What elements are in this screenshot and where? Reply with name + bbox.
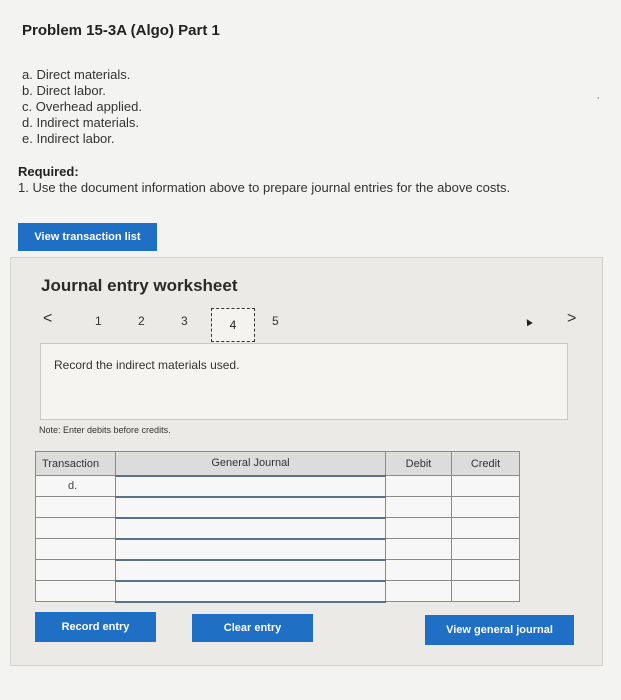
list-item: e. Indirect labor.: [22, 131, 115, 146]
table-row: [35, 558, 520, 582]
header-credit: Credit: [451, 451, 520, 476]
journal-table: Transaction General Journal Debit Credit…: [35, 451, 520, 603]
debit-input[interactable]: [385, 538, 452, 560]
transaction-cell: [35, 496, 116, 518]
table-row: [35, 537, 520, 561]
table-row: d.: [35, 474, 520, 498]
cost-items-list: a. Direct materials. b. Direct labor. c.…: [22, 67, 142, 147]
transaction-cell: [35, 580, 116, 602]
view-general-journal-button[interactable]: View general journal: [425, 615, 574, 645]
credit-input[interactable]: [451, 496, 520, 518]
worksheet-title: Journal entry worksheet: [41, 276, 238, 295]
list-item: b. Direct labor.: [22, 83, 106, 98]
debit-input[interactable]: [385, 475, 452, 497]
page-5[interactable]: 5: [272, 314, 279, 328]
instruction-box: Record the indirect materials used.: [40, 343, 568, 420]
transaction-cell: d.: [35, 475, 116, 497]
account-input[interactable]: [115, 474, 386, 498]
page-1[interactable]: 1: [95, 314, 102, 328]
account-input[interactable]: [115, 495, 386, 519]
mouse-cursor-icon: ▲: [520, 314, 537, 330]
page-2[interactable]: 2: [138, 314, 145, 328]
instruction-text: Record the indirect materials used.: [54, 358, 240, 372]
required-label: Required:: [18, 164, 79, 179]
table-row: [35, 495, 520, 519]
account-input[interactable]: [115, 558, 386, 582]
debit-input[interactable]: [385, 580, 452, 602]
list-item: d. Indirect materials.: [22, 115, 140, 130]
chevron-right-icon[interactable]: >: [567, 310, 576, 328]
credit-input[interactable]: [451, 517, 520, 539]
debit-input[interactable]: [385, 559, 452, 581]
debit-input[interactable]: [385, 496, 452, 518]
header-debit: Debit: [385, 451, 452, 476]
header-transaction: Transaction: [35, 451, 116, 476]
account-input[interactable]: [115, 516, 386, 540]
view-transaction-list-button[interactable]: View transaction list: [18, 223, 157, 251]
note-text: Note: Enter debits before credits.: [39, 425, 171, 435]
worksheet-pager: < 1 2 3 4 5 ▲ >: [39, 308, 579, 342]
credit-input[interactable]: [451, 538, 520, 560]
required-text: 1. Use the document information above to…: [18, 180, 511, 195]
transaction-cell: [35, 538, 116, 560]
list-item: a. Direct materials.: [22, 67, 131, 82]
credit-input[interactable]: [451, 475, 520, 497]
page-3[interactable]: 3: [181, 314, 188, 328]
transaction-cell: [35, 559, 116, 581]
credit-input[interactable]: [451, 559, 520, 581]
header-general-journal: General Journal: [115, 451, 386, 476]
table-row: [35, 579, 520, 603]
clear-entry-button[interactable]: Clear entry: [192, 614, 313, 642]
journal-entry-worksheet: Journal entry worksheet < 1 2 3 4 5 ▲ > …: [10, 257, 603, 666]
record-entry-button[interactable]: Record entry: [35, 612, 156, 642]
account-input[interactable]: [115, 579, 386, 603]
list-item: c. Overhead applied.: [22, 99, 142, 114]
stray-mark: ’: [597, 96, 600, 107]
debit-input[interactable]: [385, 517, 452, 539]
page-4-active[interactable]: 4: [211, 308, 255, 342]
table-row: [35, 516, 520, 540]
transaction-cell: [35, 517, 116, 539]
problem-title: Problem 15-3A (Algo) Part 1: [22, 22, 220, 39]
credit-input[interactable]: [451, 580, 520, 602]
chevron-left-icon[interactable]: <: [43, 310, 52, 328]
account-input[interactable]: [115, 537, 386, 561]
